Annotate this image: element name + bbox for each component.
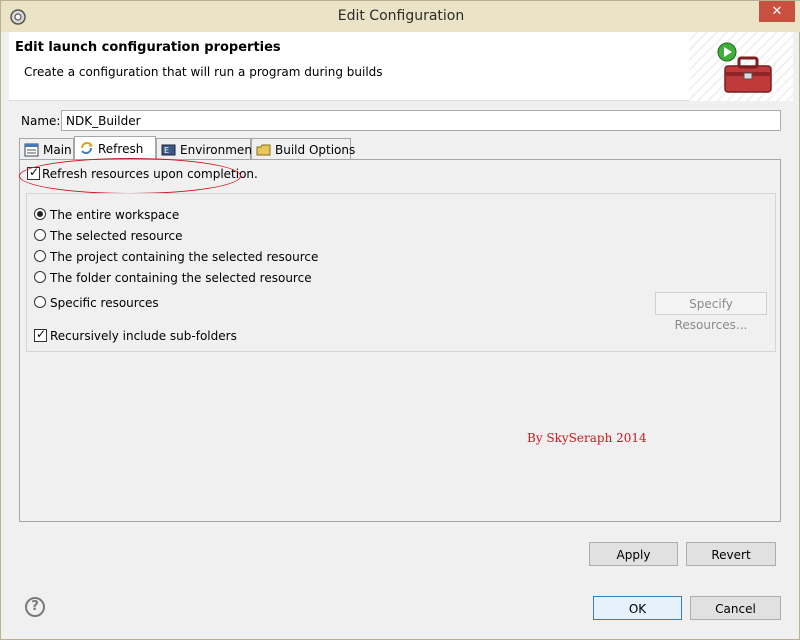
window-title: Edit Configuration [337,8,465,24]
toolbox-icon [717,42,772,93]
radio-selected-resource[interactable] [34,229,46,241]
tab-environment-label: Environment [180,143,257,157]
edit-configuration-dialog: Edit Configuration ✕ Edit launch configu… [0,0,800,640]
specify-resources-button[interactable]: Specify Resources... [655,292,767,332]
radio-selected-resource-label[interactable]: The selected resource [50,229,183,243]
tab-main-label: Main [43,143,72,157]
recursive-checkbox[interactable]: ✓ [34,327,47,342]
build-options-tab-icon [256,144,271,156]
environment-tab-icon: E [161,144,176,156]
header-subtitle: Create a configuration that will run a p… [24,65,383,79]
help-icon[interactable]: ? [25,597,45,617]
tab-main[interactable]: Main [19,138,74,160]
radio-folder-containing-label[interactable]: The folder containing the selected resou… [50,271,312,285]
radio-project-containing[interactable] [34,250,46,262]
annotation-ellipse [19,158,241,194]
radio-specific-resources-label[interactable]: Specific resources [50,296,159,310]
name-input[interactable] [61,110,781,131]
header-title: Edit launch configuration properties [15,40,281,55]
radio-specific-resources[interactable] [34,296,46,308]
radio-entire-workspace[interactable] [34,208,46,220]
revert-button[interactable]: Revert [686,542,776,566]
tab-refresh[interactable]: Refresh [74,136,156,160]
name-label: Name: [21,114,61,128]
tab-refresh-label: Refresh [98,142,144,156]
apply-button[interactable]: Apply [589,542,678,566]
tab-environment[interactable]: E Environment [156,138,257,160]
cancel-button[interactable]: Cancel [690,596,781,620]
title-bar[interactable]: Edit Configuration ✕ [1,1,800,32]
tab-build-options[interactable]: Build Options [251,138,355,160]
radio-project-containing-label[interactable]: The project containing the selected reso… [50,250,318,264]
check-icon: ✓ [36,327,47,341]
close-icon: ✕ [771,4,783,19]
author-watermark: By SkySeraph 2014 [527,431,647,445]
close-button[interactable]: ✕ [759,1,795,22]
ok-button[interactable]: OK [593,596,682,620]
tab-build-options-label: Build Options [275,143,356,157]
dialog-header: Edit launch configuration properties Cre… [9,32,793,101]
recursive-label[interactable]: Recursively include sub-folders [50,329,237,343]
main-tab-icon [24,143,39,157]
svg-text:E: E [164,146,169,155]
radio-folder-containing[interactable] [34,271,46,283]
radio-entire-workspace-label[interactable]: The entire workspace [50,208,179,222]
refresh-tab-icon [81,142,93,154]
